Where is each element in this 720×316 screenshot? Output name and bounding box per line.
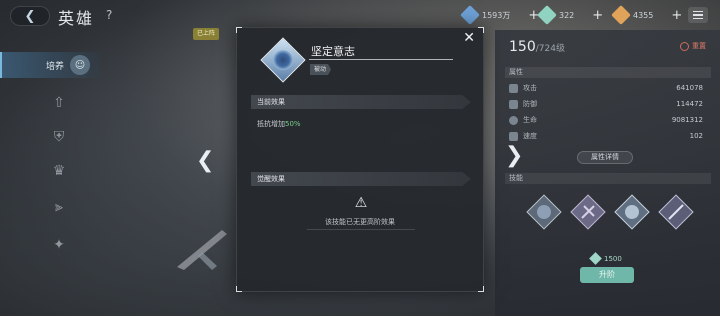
current-effect-text: 抵抗增加50% xyxy=(257,119,301,129)
nav-item-rank-icon[interactable]: ⫸ xyxy=(48,196,70,218)
attr-attack: 攻击 641078 xyxy=(509,82,703,94)
skills-header: 技能 xyxy=(505,173,711,184)
attr-hp-value: 9081312 xyxy=(671,116,703,124)
hero-stats-panel: 150/724级 重置 属性 攻击 641078 防御 114472 生命 90… xyxy=(495,30,720,316)
attr-speed: 速度 102 xyxy=(509,130,703,142)
level-max: /724级 xyxy=(535,44,565,54)
sword-icon xyxy=(509,83,518,93)
frame-corner xyxy=(236,286,242,292)
frame-corner xyxy=(478,286,484,292)
effect-description: 抵抗增加 xyxy=(257,120,285,128)
hero-head-icon: ☺ xyxy=(70,55,91,75)
no-higher-effect-text: 该技能已无更高阶效果 xyxy=(325,218,395,226)
nav-item-crown-icon[interactable]: ♛ xyxy=(48,160,70,182)
attr-hp: 生命 9081312 xyxy=(509,114,703,126)
menu-icon[interactable] xyxy=(688,7,708,23)
reset-button[interactable]: 重置 xyxy=(680,41,706,51)
divider xyxy=(307,229,415,230)
attr-speed-name: 速度 xyxy=(523,132,537,140)
diamond-icon xyxy=(611,5,631,25)
nav-item-shield-icon[interactable]: ⛨ xyxy=(48,126,70,148)
nav-item-levelup-icon[interactable]: ⇧ xyxy=(48,92,70,114)
hero-level: 150/724级 xyxy=(509,39,565,55)
skill-name: 坚定意志 xyxy=(311,45,355,58)
upgrade-button[interactable]: 升阶 xyxy=(580,267,634,283)
shield-icon xyxy=(509,99,518,109)
help-icon[interactable]: ? xyxy=(106,8,112,22)
heart-icon xyxy=(509,115,518,125)
skill-2-icon[interactable] xyxy=(569,193,607,231)
warning-icon: ⚠ xyxy=(354,195,368,211)
effect-value: 50% xyxy=(285,120,301,128)
weapon-art xyxy=(177,230,227,270)
reset-icon xyxy=(680,41,689,51)
next-hero-icon[interactable]: ❯ xyxy=(505,143,523,168)
attr-hp-name: 生命 xyxy=(523,116,537,124)
diamond-amount: 4355 xyxy=(633,10,654,20)
add-diamond-button[interactable]: + xyxy=(671,8,682,23)
nav-item-train-label: 培养 xyxy=(46,61,65,72)
back-button[interactable]: ❮ xyxy=(10,6,50,26)
attr-attack-name: 攻击 xyxy=(523,84,537,92)
skill-type-badge: 被动 xyxy=(310,64,332,75)
crystal-cost-icon xyxy=(589,252,602,265)
attribute-detail-button[interactable]: 属性详情 xyxy=(577,151,633,164)
upgrade-cost: 1500 xyxy=(589,252,622,265)
speed-icon xyxy=(509,131,518,141)
attr-attack-value: 641078 xyxy=(676,84,703,92)
attr-speed-value: 102 xyxy=(689,132,703,140)
attr-defense-value: 114472 xyxy=(676,100,703,108)
awaken-effect-header: 觉醒效果 xyxy=(251,172,471,186)
back-arrow-icon: ❮ xyxy=(24,8,36,24)
current-effect-header: 当前效果 xyxy=(251,95,471,109)
attributes-header: 属性 xyxy=(505,67,711,78)
frame-corner xyxy=(478,27,484,33)
upgrade-cost-value: 1500 xyxy=(604,254,622,263)
page-title: 英雄 xyxy=(58,9,95,28)
skill-eye-icon xyxy=(260,37,306,83)
gold-amount: 1593万 xyxy=(482,10,511,20)
deployed-tag: 已上阵 xyxy=(193,28,220,40)
resource-gold: 1593万 + xyxy=(460,5,539,25)
nav-item-train[interactable]: 培养 ☺ xyxy=(0,52,100,78)
level-current: 150 xyxy=(509,39,536,55)
frame-corner xyxy=(236,27,242,33)
crystal-amount: 322 xyxy=(559,10,575,20)
close-icon[interactable]: ✕ xyxy=(463,31,475,45)
attr-defense-name: 防御 xyxy=(523,100,537,108)
skill-4-icon[interactable] xyxy=(657,193,695,231)
add-crystal-button[interactable]: + xyxy=(592,8,603,23)
gold-gem-icon xyxy=(460,5,480,25)
resource-crystal: 322 + xyxy=(537,5,603,25)
skill-detail-modal: ✕ 坚定意志 被动 当前效果 抵抗增加50% 觉醒效果 ⚠ 该技能已无更高阶效果 xyxy=(236,27,484,292)
prev-hero-icon[interactable]: ❮ xyxy=(196,148,214,173)
skill-3-icon[interactable] xyxy=(613,193,651,231)
reset-label: 重置 xyxy=(692,42,706,50)
crystal-icon xyxy=(537,5,557,25)
attr-defense: 防御 114472 xyxy=(509,98,703,110)
resource-diamond: 4355 + xyxy=(611,5,682,25)
skill-1-icon[interactable] xyxy=(525,193,563,231)
nav-item-gear-icon[interactable]: ✦ xyxy=(48,234,70,256)
divider xyxy=(309,59,453,60)
